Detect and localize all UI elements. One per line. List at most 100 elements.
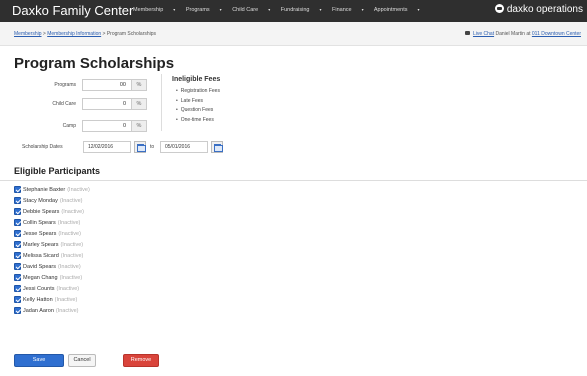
eligible-participants-title: Eligible Participants — [14, 166, 101, 176]
chevron-down-icon: ▾ — [268, 7, 271, 12]
page-title: Program Scholarships — [14, 55, 175, 72]
sub-header: Membership > Membership Information > Pr… — [0, 22, 587, 46]
signed-in-text: Daniel Martin at — [495, 31, 531, 37]
app-title[interactable]: Daxko Family Center — [12, 3, 133, 18]
participant-name: Stephanie Baxter — [23, 186, 66, 193]
participant-status: (Inactive) — [59, 197, 83, 204]
nav-item-label: Finance — [332, 7, 352, 13]
participant-checkbox[interactable] — [14, 274, 21, 281]
nav-item-appointments[interactable]: Appointments ▾ — [374, 7, 420, 13]
nav-item-label: Child Care — [232, 7, 259, 13]
chevron-down-icon: ▾ — [219, 7, 222, 12]
breadcrumb: Membership > Membership Information > Pr… — [14, 31, 156, 37]
chevron-down-icon: ▾ — [361, 7, 364, 12]
breadcrumb-separator: > — [42, 31, 46, 37]
percent-addon: % — [132, 120, 147, 132]
participant-label: Debbie Spears (Inactive) — [23, 209, 84, 215]
participant-status: (Inactive) — [56, 285, 80, 292]
participant-label: Melissa Sicard (Inactive) — [23, 253, 83, 259]
live-chat-link[interactable]: Live Chat — [473, 31, 494, 37]
participant-checkbox[interactable] — [14, 208, 21, 215]
daxko-logo: daxko operations — [494, 4, 583, 15]
participant-name: Jesse Spears — [23, 230, 57, 237]
breadcrumb-separator: > — [102, 31, 106, 37]
participant-checkbox[interactable] — [14, 263, 21, 270]
participant-label: Marley Spears (Inactive) — [23, 242, 83, 248]
scholarship-dates-label: Scholarship Dates — [22, 144, 63, 150]
participant-name: Kelly Hatton — [23, 296, 53, 303]
participant-label: David Spears (Inactive) — [23, 264, 81, 270]
daxko-logo-icon — [494, 4, 504, 13]
participant-status: (Inactive) — [58, 230, 81, 237]
programs-percent-input[interactable]: 00 — [82, 79, 132, 91]
ineligible-fee-item: Question Fees — [176, 106, 220, 116]
chevron-down-icon: ▾ — [319, 7, 322, 12]
child-care-percent-input[interactable]: 0 — [82, 98, 132, 110]
participant-status: (Inactive) — [57, 219, 81, 226]
participant-label: Jesse Spears (Inactive) — [23, 231, 81, 237]
ineligible-fee-item: Late Fees — [176, 97, 220, 107]
nav-item-label: Fundraising — [280, 7, 310, 13]
chat-icon — [464, 31, 470, 35]
participant-checkbox[interactable] — [14, 285, 21, 292]
ineligible-fees-title: Ineligible Fees — [172, 76, 221, 83]
camp-label: Camp — [62, 123, 76, 129]
nav-item-label: Membership — [133, 7, 164, 13]
participant-label: Stacy Monday (Inactive) — [23, 198, 82, 204]
ineligible-fee-item: Registration Fees — [176, 87, 220, 97]
participant-status: (Inactive) — [59, 274, 83, 281]
camp-percent-input[interactable]: 0 — [82, 120, 132, 132]
participant-checkbox[interactable] — [14, 252, 21, 259]
location-link[interactable]: 011 Downtown Center — [532, 31, 581, 37]
participant-name: David Spears — [23, 263, 57, 270]
nav-item-label: Programs — [185, 7, 210, 13]
date-to-label: to — [150, 144, 155, 150]
user-info: Live Chat Daniel Martin at 011 Downtown … — [464, 31, 581, 37]
participant-checkbox[interactable] — [14, 230, 21, 237]
participant-status: (Inactive) — [61, 208, 85, 215]
chevron-down-icon: ▾ — [173, 7, 176, 12]
participant-label: Stephanie Baxter (Inactive) — [23, 187, 90, 193]
calendar-icon[interactable] — [134, 141, 146, 153]
logo-text: daxko operations — [506, 4, 583, 15]
child-care-label: Child Care — [52, 101, 76, 107]
participant-name: Debbie Spears — [23, 208, 60, 215]
participant-checkbox[interactable] — [14, 296, 21, 303]
nav-item-finance[interactable]: Finance ▾ — [332, 7, 364, 13]
breadcrumb-link-membership[interactable]: Membership — [14, 31, 42, 37]
participant-name: Collin Spears — [23, 219, 56, 226]
nav-item-membership[interactable]: Membership ▾ — [133, 7, 175, 13]
participant-name: Marley Spears — [23, 241, 59, 248]
save-button[interactable]: Save — [14, 354, 64, 367]
percent-addon: % — [132, 98, 147, 110]
breadcrumb-link-membership-information[interactable]: Membership Information — [47, 31, 101, 37]
start-date-input[interactable]: 12/02/2016 — [83, 141, 131, 153]
participant-label: Jadan Aaron (Inactive) — [23, 308, 79, 314]
end-date-input[interactable]: 05/01/2016 — [160, 141, 208, 153]
nav-item-programs[interactable]: Programs ▾ — [186, 7, 222, 13]
programs-label: Programs — [54, 82, 76, 88]
participant-label: Megan Chang (Inactive) — [23, 275, 82, 281]
nav-item-child-care[interactable]: Child Care ▾ — [232, 7, 270, 13]
participant-checkbox[interactable] — [14, 219, 21, 226]
participant-status: (Inactive) — [60, 241, 84, 248]
participant-status: (Inactive) — [60, 252, 84, 259]
percent-addon: % — [132, 79, 147, 91]
main-nav: Membership ▾ Programs ▾ Child Care ▾ Fundra… — [133, 7, 429, 13]
participant-checkbox[interactable] — [14, 197, 21, 204]
top-nav-bar: Daxko Family Center Membership ▾ Programs… — [0, 0, 587, 22]
cancel-button[interactable]: Cancel — [68, 354, 96, 367]
participant-label: Jessi Counts (Inactive) — [23, 286, 79, 292]
calendar-icon[interactable] — [211, 141, 223, 153]
participant-checkbox[interactable] — [14, 307, 21, 314]
remove-button[interactable]: Remove — [123, 354, 159, 367]
nav-item-fundraising[interactable]: Fundraising ▾ — [281, 7, 322, 13]
chevron-down-icon: ▾ — [417, 7, 420, 12]
participant-name: Jadan Aaron — [23, 307, 54, 314]
participant-status: (Inactive) — [67, 186, 90, 193]
nav-item-label: Appointments — [373, 7, 408, 13]
participant-name: Jessi Counts — [23, 285, 55, 292]
participant-name: Stacy Monday — [23, 197, 58, 204]
participant-checkbox[interactable] — [14, 186, 21, 193]
participant-checkbox[interactable] — [14, 241, 21, 248]
